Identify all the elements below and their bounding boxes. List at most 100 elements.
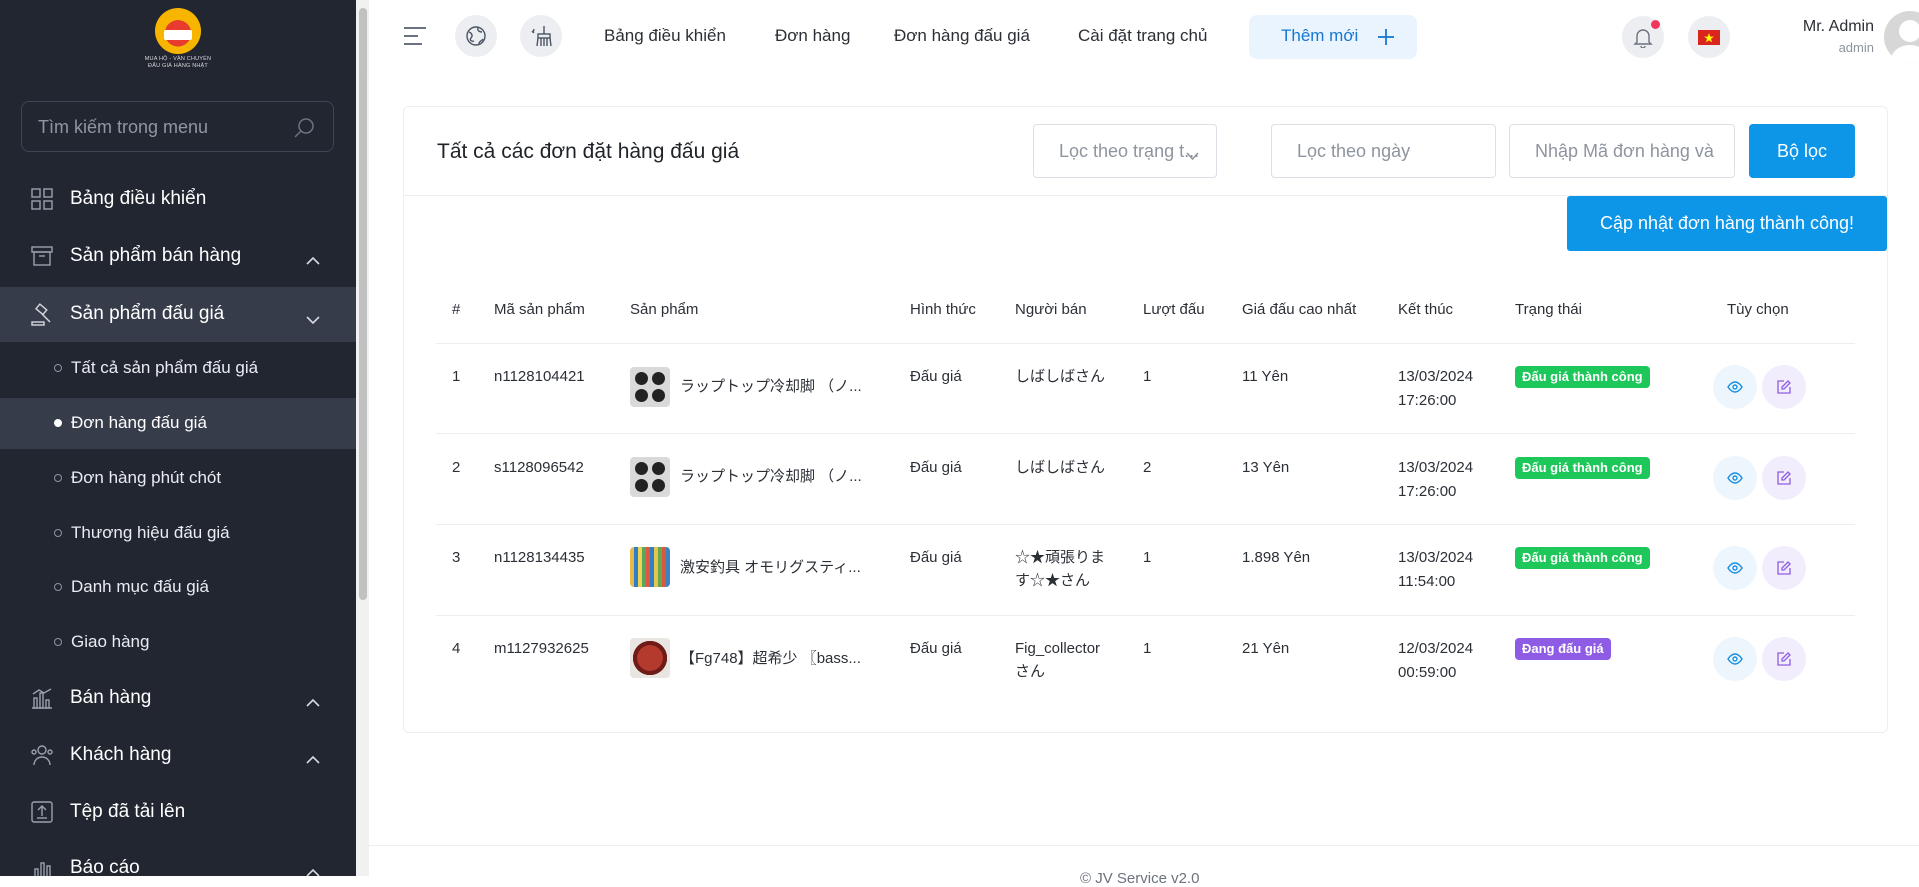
- nav-link-orders[interactable]: Đơn hàng: [775, 26, 850, 46]
- auction-type: Đấu giá: [910, 459, 962, 476]
- filter-button[interactable]: Bộ lọc: [1749, 124, 1855, 178]
- nav-link-homepage-settings[interactable]: Cài đặt trang chủ: [1078, 26, 1207, 46]
- sidebar-item-label: Bảng điều khiển: [70, 188, 207, 209]
- column-header-type: Hình thức: [910, 301, 976, 318]
- sidebar-item-customers[interactable]: Khách hàng: [0, 732, 356, 778]
- seller-name: ☆★頑張りま す☆★さん: [1015, 549, 1106, 589]
- edit-icon: [1777, 561, 1791, 575]
- nav-link-dashboard[interactable]: Bảng điều khiển: [604, 26, 726, 46]
- product-code: m1127932625: [494, 640, 589, 657]
- page-title: Tất cả các đơn đặt hàng đấu giá: [437, 140, 740, 163]
- card-header: Tất cả các đơn đặt hàng đấu giá Lọc theo…: [404, 107, 1887, 196]
- order-code-input[interactable]: Nhập Mã đơn hàng và: [1509, 124, 1735, 178]
- eye-icon: [1727, 653, 1743, 665]
- column-header-bids: Lượt đấu: [1143, 301, 1205, 318]
- product-thumbnail[interactable]: [630, 547, 670, 587]
- product-thumbnail[interactable]: [630, 457, 670, 497]
- logo-caption: MUA HỘ - VẬN CHUYỂN ĐẤU GIÁ HÀNG NHẬT: [144, 56, 212, 69]
- row-divider: [436, 524, 1855, 525]
- edit-icon: [1777, 380, 1791, 394]
- scrollbar-thumb[interactable]: [359, 8, 367, 600]
- view-button[interactable]: [1713, 456, 1757, 500]
- sidebar-subitem-auction-categories[interactable]: Danh mục đấu giá: [0, 562, 356, 613]
- chevron-up-icon: [306, 862, 320, 876]
- sidebar-subitem-label: Đơn hàng phút chót: [71, 468, 222, 487]
- product-thumbnail[interactable]: [630, 367, 670, 407]
- sidebar: MUA HỘ - VẬN CHUYỂN ĐẤU GIÁ HÀNG NHẬT Tì…: [0, 0, 356, 876]
- status-badge: Đang đấu giá: [1515, 638, 1611, 660]
- seller-name: Fig_collector さん: [1015, 640, 1101, 680]
- row-number: 4: [452, 640, 461, 657]
- product-thumbnail[interactable]: [630, 638, 670, 678]
- circle-bullet-icon: [54, 583, 62, 591]
- sidebar-subitem-label: Thương hiệu đấu giá: [71, 523, 230, 542]
- sidebar-item-reports[interactable]: Báo cáo: [0, 845, 356, 876]
- notification-bell-icon[interactable]: [1622, 16, 1664, 58]
- product-code: s1128096542: [494, 459, 584, 476]
- seller-name: しばしばさん: [1015, 459, 1106, 476]
- user-name[interactable]: Mr. Admin: [1750, 18, 1874, 36]
- product-code: n1128134435: [494, 549, 585, 566]
- edit-button[interactable]: [1762, 456, 1806, 500]
- sidebar-item-label: Báo cáo: [70, 857, 140, 876]
- edit-icon: [1777, 471, 1791, 485]
- hamburger-menu-icon[interactable]: [403, 24, 427, 53]
- row-divider: [436, 433, 1855, 434]
- sidebar-subitem-auction-orders[interactable]: Đơn hàng đấu giá: [0, 398, 356, 449]
- sidebar-scrollbar[interactable]: [356, 0, 369, 876]
- view-button[interactable]: [1713, 637, 1757, 681]
- brand-logo[interactable]: MUA HỘ - VẬN CHUYỂN ĐẤU GIÁ HÀNG NHẬT: [141, 8, 215, 72]
- table-header-divider: [436, 343, 1855, 344]
- success-toast[interactable]: Cập nhật đơn hàng thành công!: [1567, 196, 1887, 251]
- menu-search-input[interactable]: Tìm kiếm trong menu: [21, 101, 334, 152]
- product-name[interactable]: ラップトップ冷却脚 （ノ...: [680, 465, 890, 486]
- sidebar-item-label: Tệp đã tải lên: [70, 801, 186, 822]
- highest-bid: 21 Yên: [1242, 640, 1290, 657]
- end-time: 17:26:00: [1398, 483, 1457, 500]
- date-filter-input[interactable]: Lọc theo ngày: [1271, 124, 1496, 178]
- end-date: 13/03/2024: [1398, 459, 1474, 476]
- clear-cache-broom-icon[interactable]: [520, 15, 562, 57]
- bid-count: 1: [1143, 549, 1152, 566]
- sidebar-item-uploaded-files[interactable]: Tệp đã tải lên: [0, 789, 356, 835]
- sidebar-subitem-delivery[interactable]: Giao hàng: [0, 617, 356, 668]
- sidebar-item-sales[interactable]: Bán hàng: [0, 675, 356, 721]
- view-button[interactable]: [1713, 546, 1757, 590]
- avatar[interactable]: [1884, 11, 1919, 63]
- sidebar-subitem-all-auction-products[interactable]: Tất cả sản phẩm đấu giá: [0, 343, 356, 394]
- product-name[interactable]: ラップトップ冷却脚 （ノ...: [680, 375, 890, 396]
- row-divider: [436, 615, 1855, 616]
- sidebar-subitem-last-minute-orders[interactable]: Đơn hàng phút chót: [0, 453, 356, 504]
- auction-type: Đấu giá: [910, 368, 962, 385]
- dashboard-grid-icon: [31, 188, 53, 216]
- sidebar-item-auction-products[interactable]: Sản phẩm đấu giá: [0, 287, 356, 342]
- sidebar-item-dashboard[interactable]: Bảng điều khiển: [0, 176, 356, 222]
- chevron-up-icon: [306, 692, 320, 714]
- add-new-button[interactable]: Thêm mới: [1249, 15, 1417, 59]
- edit-button[interactable]: [1762, 546, 1806, 590]
- chevron-down-icon: [306, 309, 320, 331]
- footer-text: © JV Service v2.0: [1080, 870, 1200, 887]
- edit-button[interactable]: [1762, 365, 1806, 409]
- edit-icon: [1777, 652, 1791, 666]
- date-filter-placeholder: Lọc theo ngày: [1297, 141, 1411, 161]
- plus-icon: [1376, 27, 1396, 52]
- row-number: 1: [452, 368, 461, 385]
- globe-icon[interactable]: [455, 15, 497, 57]
- status-filter-select[interactable]: Lọc theo trạng t...: [1033, 124, 1217, 178]
- column-header-number: #: [452, 301, 461, 318]
- sidebar-item-sale-products[interactable]: Sản phẩm bán hàng: [0, 233, 356, 279]
- sidebar-subitem-auction-brands[interactable]: Thương hiệu đấu giá: [0, 508, 356, 559]
- nav-link-auction-orders[interactable]: Đơn hàng đấu giá: [894, 26, 1030, 46]
- edit-button[interactable]: [1762, 637, 1806, 681]
- search-icon[interactable]: [294, 117, 316, 144]
- column-header-status: Trạng thái: [1515, 301, 1582, 318]
- auction-type: Đấu giá: [910, 549, 962, 566]
- auction-type: Đấu giá: [910, 640, 962, 657]
- view-button[interactable]: [1713, 365, 1757, 409]
- product-name[interactable]: 【Fg748】超希少 〖bass...: [680, 647, 890, 668]
- highest-bid: 11 Yên: [1242, 368, 1289, 385]
- product-name[interactable]: 激安釣具 オモリグスティ...: [680, 556, 890, 577]
- vietnam-flag-icon[interactable]: [1688, 16, 1730, 58]
- status-badge: Đấu giá thành công: [1515, 457, 1650, 479]
